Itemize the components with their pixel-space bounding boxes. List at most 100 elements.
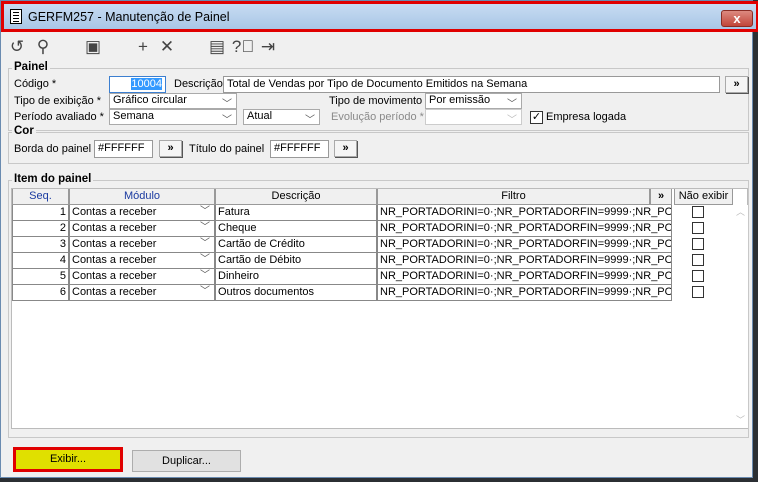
- col-filtro[interactable]: Filtro: [377, 189, 650, 205]
- titulo-more-button[interactable]: »: [334, 140, 357, 157]
- periodo-label: Período avaliado *: [14, 111, 104, 123]
- delete-icon[interactable]: ✕: [157, 37, 177, 56]
- empresa-logada-label: Empresa logada: [546, 111, 627, 123]
- chevron-down-icon: ﹀: [507, 99, 517, 110]
- nao-exibir-checkbox[interactable]: [692, 206, 704, 218]
- codigo-value: 10004: [131, 78, 162, 90]
- filtro-more-button[interactable]: »: [650, 189, 672, 205]
- nao-exibir-checkbox[interactable]: [692, 254, 704, 266]
- descricao-cell[interactable]: Cheque: [215, 221, 377, 237]
- chevron-down-icon: ﹀: [222, 115, 232, 126]
- chevron-down-icon: ﹀: [305, 115, 315, 126]
- chevron-down-icon: ﹀: [200, 270, 210, 281]
- duplicar-button[interactable]: Duplicar...: [132, 450, 241, 472]
- codigo-input[interactable]: 10004: [109, 76, 166, 93]
- col-nao-exibir[interactable]: Não exibir: [674, 189, 733, 205]
- col-modulo[interactable]: Módulo: [69, 189, 215, 205]
- items-table: Seq. Módulo Descrição Filtro » Não exibi…: [11, 188, 748, 429]
- descricao-input[interactable]: Total de Vendas por Tipo de Documento Em…: [223, 76, 720, 93]
- scroll-down-icon[interactable]: ﹀: [733, 413, 748, 426]
- nao-exibir-checkbox[interactable]: [692, 222, 704, 234]
- titulo-input[interactable]: #FFFFFF: [270, 140, 329, 158]
- borda-input[interactable]: #FFFFFF: [94, 140, 153, 158]
- descricao-cell[interactable]: Cartão de Débito: [215, 253, 377, 269]
- chevron-down-icon: ﹀: [222, 99, 232, 110]
- table-row[interactable]: 5 Contas a receber ﹀ Dinheiro NR_PORTADOR…: [12, 269, 732, 285]
- seq-cell: 2: [12, 221, 69, 237]
- modulo-select[interactable]: Contas a receber ﹀: [69, 237, 215, 253]
- save-icon[interactable]: ▣: [83, 37, 103, 56]
- modulo-select[interactable]: Contas a receber ﹀: [69, 253, 215, 269]
- descricao-cell[interactable]: Cartão de Crédito: [215, 237, 377, 253]
- nao-exibir-checkbox[interactable]: [692, 270, 704, 282]
- exit-icon[interactable]: ⇥: [258, 37, 278, 56]
- search-icon[interactable]: ⚲: [33, 37, 53, 56]
- filtro-cell[interactable]: NR_PORTADORINI=0·;NR_PORTADORFIN=9999·;N…: [377, 269, 672, 285]
- document-icon: [10, 9, 22, 24]
- window: GERFM257 - Manutenção de Painel x ↺ ⚲ ▣ …: [0, 0, 758, 478]
- col-seq[interactable]: Seq.: [12, 189, 69, 205]
- chevron-down-icon: ﹀: [200, 206, 210, 217]
- table-row[interactable]: 4 Contas a receber ﹀ Cartão de Débito NR_…: [12, 253, 732, 269]
- table-row[interactable]: 1 Contas a receber ﹀ Fatura NR_PORTADORIN…: [12, 205, 732, 221]
- descricao-cell[interactable]: Outros documentos: [215, 285, 377, 301]
- tipo-movimento-select[interactable]: Por emissão ﹀: [425, 93, 522, 110]
- table-row[interactable]: 2 Contas a receber ﹀ Cheque NR_PORTADORIN…: [12, 221, 732, 237]
- modulo-value: Contas a receber: [72, 238, 157, 250]
- empresa-logada-checkbox[interactable]: ✓: [530, 111, 543, 124]
- tipo-exibicao-select[interactable]: Gráfico circular ﹀: [109, 93, 237, 110]
- tipo-exibicao-value: Gráfico circular: [113, 94, 187, 106]
- borda-more-button[interactable]: »: [159, 140, 182, 157]
- periodo-atual-select[interactable]: Atual ﹀: [243, 109, 320, 126]
- calendar-icon[interactable]: ▤: [207, 37, 227, 56]
- periodo-select[interactable]: Semana ﹀: [109, 109, 237, 126]
- scroll-up-icon[interactable]: ︿: [733, 205, 748, 218]
- table-row[interactable]: 6 Contas a receber ﹀ Outros documentos NR…: [12, 285, 732, 301]
- modulo-value: Contas a receber: [72, 254, 157, 266]
- tipo-movimento-label: Tipo de movimento: [329, 95, 423, 107]
- painel-group-label: Painel: [12, 61, 50, 73]
- item-group-label: Item do painel: [12, 173, 94, 185]
- seq-cell: 3: [12, 237, 69, 253]
- descricao-more-button[interactable]: »: [725, 76, 748, 93]
- vertical-scrollbar[interactable]: ︿ ﹀: [733, 205, 748, 428]
- undo-icon[interactable]: ↺: [7, 37, 27, 56]
- filtro-cell[interactable]: NR_PORTADORINI=0·;NR_PORTADORFIN=9999·;N…: [377, 237, 672, 253]
- evolucao-select: ﹀: [425, 109, 522, 126]
- seq-cell: 4: [12, 253, 69, 269]
- seq-cell: 1: [12, 205, 69, 221]
- cor-group-label: Cor: [12, 125, 36, 137]
- tipo-movimento-value: Por emissão: [429, 94, 491, 106]
- table-row[interactable]: 3 Contas a receber ﹀ Cartão de Crédito NR…: [12, 237, 732, 253]
- modulo-select[interactable]: Contas a receber ﹀: [69, 269, 215, 285]
- modulo-select[interactable]: Contas a receber ﹀: [69, 285, 215, 301]
- chevron-down-icon: ﹀: [507, 115, 517, 126]
- chevron-down-icon: ﹀: [200, 222, 210, 233]
- window-title: GERFM257 - Manutenção de Painel: [28, 10, 230, 24]
- modulo-select[interactable]: Contas a receber ﹀: [69, 205, 215, 221]
- filtro-cell[interactable]: NR_PORTADORINI=0·;NR_PORTADORFIN=9999·;N…: [377, 285, 672, 301]
- exibir-button[interactable]: Exibir...: [13, 447, 123, 472]
- periodo-atual-value: Atual: [247, 110, 273, 122]
- nao-exibir-checkbox[interactable]: [692, 286, 704, 298]
- nao-exibir-checkbox[interactable]: [692, 238, 704, 250]
- help-icon[interactable]: ?⃝: [232, 37, 254, 56]
- descricao-label: Descrição *: [174, 78, 231, 90]
- chevron-down-icon: ﹀: [200, 286, 210, 297]
- modulo-select[interactable]: Contas a receber ﹀: [69, 221, 215, 237]
- filtro-cell[interactable]: NR_PORTADORINI=0·;NR_PORTADORFIN=9999·;N…: [377, 221, 672, 237]
- filtro-cell[interactable]: NR_PORTADORINI=0·;NR_PORTADORFIN=9999·;N…: [377, 253, 672, 269]
- close-button[interactable]: x: [721, 10, 753, 27]
- add-icon[interactable]: +: [133, 37, 153, 56]
- borda-label: Borda do painel: [14, 143, 92, 155]
- filtro-cell[interactable]: NR_PORTADORINI=0·;NR_PORTADORFIN=9999·;N…: [377, 205, 672, 221]
- codigo-label: Código *: [14, 78, 57, 90]
- descricao-cell[interactable]: Dinheiro: [215, 269, 377, 285]
- modulo-value: Contas a receber: [72, 286, 157, 298]
- seq-cell: 6: [12, 285, 69, 301]
- tipo-exibicao-label: Tipo de exibição *: [14, 95, 102, 107]
- col-descricao[interactable]: Descrição: [215, 189, 377, 205]
- titulo-label: Título do painel: [189, 143, 265, 155]
- seq-cell: 5: [12, 269, 69, 285]
- descricao-cell[interactable]: Fatura: [215, 205, 377, 221]
